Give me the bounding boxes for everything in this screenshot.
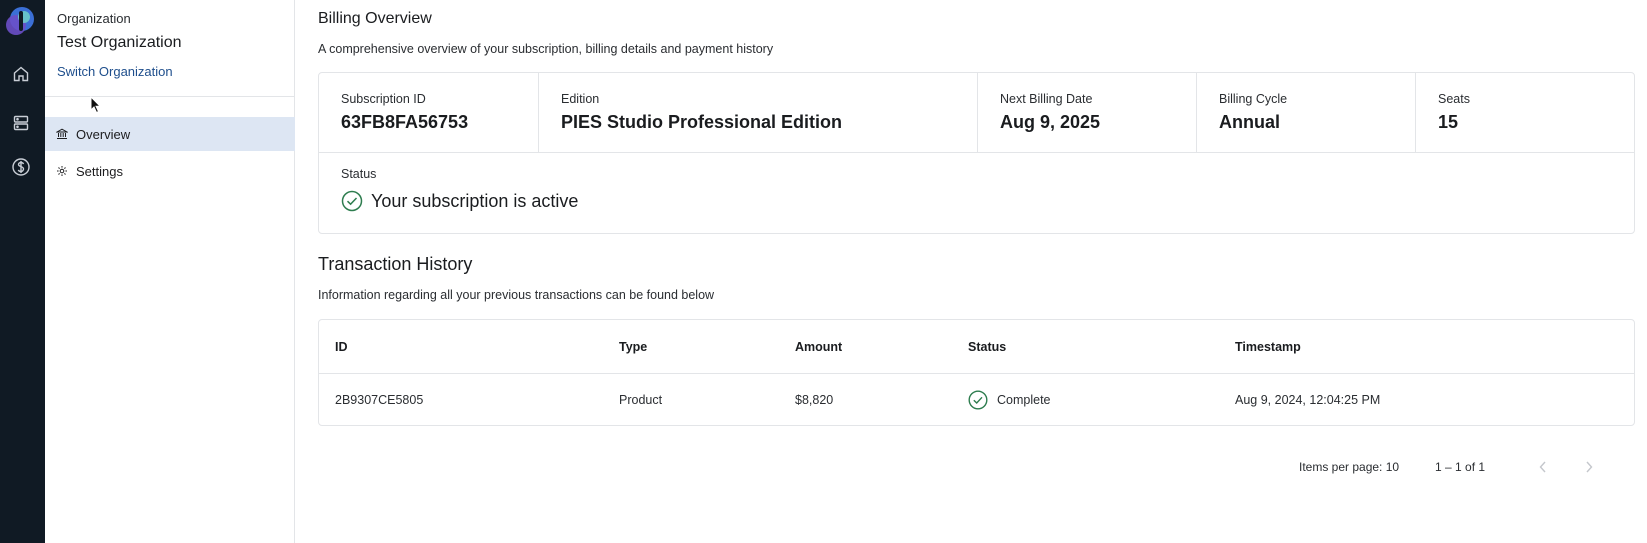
- column-header-id[interactable]: ID: [335, 320, 348, 373]
- subscription-status: Status Your subscription is active: [341, 167, 578, 212]
- gear-icon: [56, 165, 68, 177]
- transactions-table: ID Type Amount Status Timestamp 2B9307CE…: [318, 319, 1635, 426]
- transaction-type-cell: Product: [619, 393, 663, 407]
- transaction-amount-cell: $8,820: [795, 393, 834, 407]
- billing-cycle-cell: Billing Cycle Annual: [1197, 73, 1416, 153]
- next-billing-date-cell: Next Billing Date Aug 9, 2025: [978, 73, 1197, 153]
- column-header-amount[interactable]: Amount: [795, 320, 842, 373]
- subscription-fields-row: Subscription ID 63FB8FA56753 Edition PIE…: [319, 73, 1634, 153]
- sidebar-divider: [45, 96, 295, 97]
- sidebar-item-settings[interactable]: Settings: [45, 154, 295, 188]
- subscription-id-value: 63FB8FA56753: [341, 112, 469, 132]
- transaction-id-cell: 2B9307CE5805: [335, 393, 424, 407]
- previous-page-button[interactable]: [1534, 458, 1552, 476]
- org-name: Test Organization: [57, 34, 182, 51]
- subscription-card: Subscription ID 63FB8FA56753 Edition PIE…: [318, 72, 1635, 234]
- field-label: Seats: [1438, 92, 1470, 106]
- sidebar-item-overview[interactable]: Overview: [45, 117, 295, 151]
- switch-organization-link[interactable]: Switch Organization: [57, 64, 173, 79]
- chevron-left-icon: [1539, 461, 1546, 473]
- transaction-history-title: Transaction History: [318, 254, 473, 274]
- field-label: Edition: [561, 92, 600, 106]
- mouse-cursor-icon: [90, 95, 102, 114]
- transaction-history-description: Information regarding all your previous …: [318, 288, 715, 302]
- seats-value: 15: [1438, 112, 1459, 132]
- subscription-id-cell: Subscription ID 63FB8FA56753: [319, 73, 539, 153]
- column-header-timestamp[interactable]: Timestamp: [1235, 320, 1301, 373]
- items-per-page-select[interactable]: Items per page: 10: [1299, 460, 1399, 474]
- transaction-status-cell: Complete: [968, 374, 1051, 426]
- app-logo-icon[interactable]: [4, 5, 36, 37]
- org-label: Organization: [57, 11, 131, 26]
- status-label: Status: [341, 167, 377, 181]
- server-icon[interactable]: [10, 112, 32, 134]
- status-line: Your subscription is active: [341, 190, 578, 212]
- check-circle-icon: [341, 190, 363, 212]
- column-header-status[interactable]: Status: [968, 320, 1006, 373]
- seats-cell: Seats 15: [1416, 73, 1634, 153]
- app-rail: [0, 0, 45, 543]
- home-icon[interactable]: [10, 63, 32, 85]
- table-header: ID Type Amount Status Timestamp: [319, 320, 1634, 374]
- next-page-button[interactable]: [1580, 458, 1598, 476]
- billing-overview-description: A comprehensive overview of your subscri…: [318, 42, 774, 56]
- sidebar-item-label: Overview: [76, 126, 131, 142]
- transaction-status-text: Complete: [997, 393, 1051, 407]
- field-label: Subscription ID: [341, 92, 426, 106]
- page-range-label: 1 – 1 of 1: [1435, 460, 1486, 474]
- field-label: Billing Cycle: [1219, 92, 1288, 106]
- field-label: Next Billing Date: [1000, 92, 1093, 106]
- edition-cell: Edition PIES Studio Professional Edition: [539, 73, 978, 153]
- table-row[interactable]: 2B9307CE5805 Product $8,820 Complete Aug…: [319, 374, 1634, 426]
- billing-cycle-value: Annual: [1219, 112, 1280, 132]
- next-billing-date-value: Aug 9, 2025: [1000, 112, 1101, 132]
- billing-icon[interactable]: [10, 156, 32, 178]
- status-text: Your subscription is active: [371, 190, 579, 211]
- sidebar-item-label: Settings: [76, 163, 123, 179]
- billing-overview-title: Billing Overview: [318, 10, 432, 27]
- transaction-timestamp-cell: Aug 9, 2024, 12:04:25 PM: [1235, 393, 1381, 407]
- chevron-right-icon: [1586, 461, 1593, 473]
- column-header-type[interactable]: Type: [619, 320, 647, 373]
- org-sidebar: Organization Test Organization Switch Or…: [45, 0, 295, 543]
- check-circle-icon: [968, 390, 988, 410]
- table-paginator: Items per page: 10 1 – 1 of 1: [318, 458, 1635, 476]
- edition-value: PIES Studio Professional Edition: [561, 112, 843, 132]
- bank-icon: [56, 128, 68, 140]
